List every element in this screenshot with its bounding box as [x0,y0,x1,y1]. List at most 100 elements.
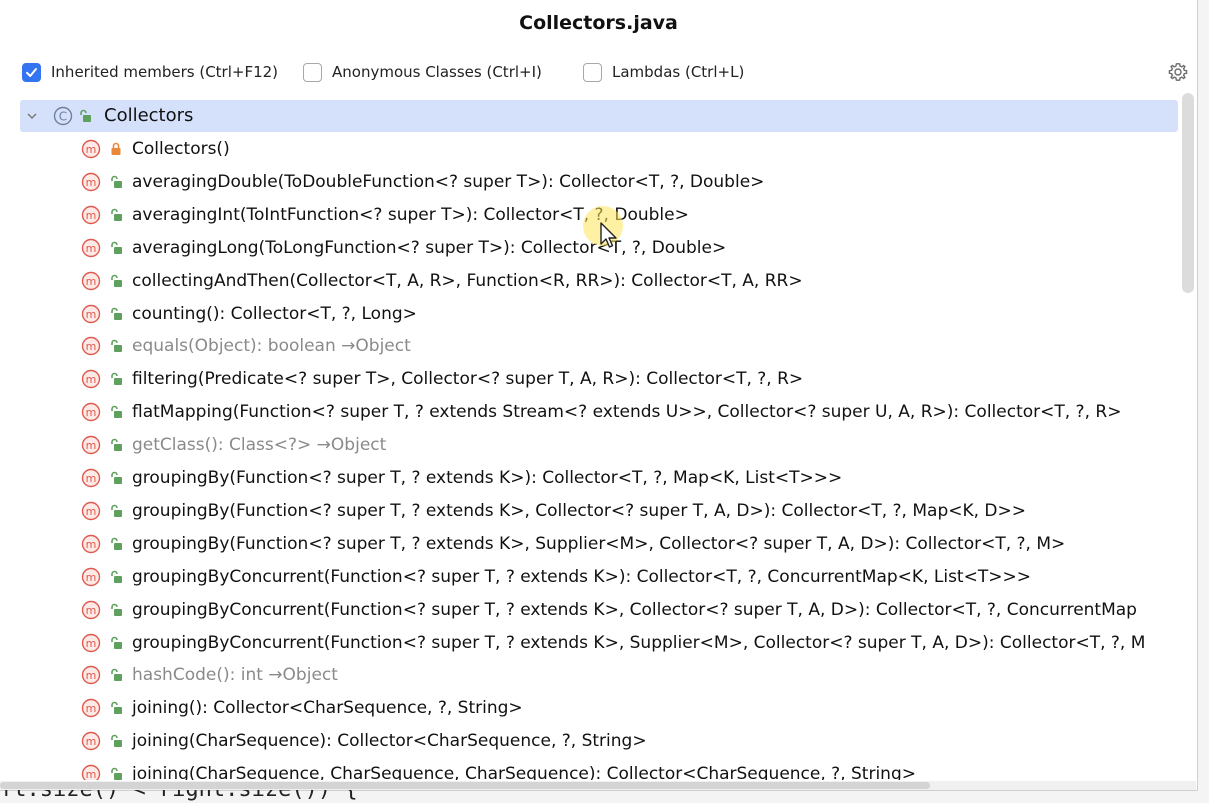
public-lock-icon [111,471,122,484]
tree-member-row[interactable]: m groupingBy(Function<? super T, ? extend… [20,528,1180,561]
member-signature: averagingDouble(ToDoubleFunction<? super… [132,171,765,192]
svg-text:m: m [86,768,97,780]
method-icon: m [81,238,101,257]
method-icon: m [81,370,101,389]
public-lock-icon [111,241,122,254]
member-signature: collectingAndThen(Collector<T, A, R>, Fu… [132,270,803,291]
method-icon: m [81,731,101,751]
lambdas-label: Lambdas (Ctrl+L) [612,63,745,81]
tree-member-row[interactable]: m equals(Object): boolean →Object [20,330,1180,363]
horizontal-scrollbar-thumb[interactable] [0,782,930,789]
tree-member-row[interactable]: m getClass(): Class<?> →Object [20,429,1180,462]
tree-member-row[interactable]: m groupingBy(Function<? super T, ? extend… [20,462,1180,495]
file-structure-popup: Collectors.java Inherited members (Ctrl+… [0,0,1198,791]
gear-icon[interactable] [1166,60,1190,84]
lambdas-option[interactable]: Lambdas (Ctrl+L) [583,60,744,84]
method-icon: m [81,699,101,718]
tree-root-label: Collectors [104,105,194,126]
member-signature: groupingBy(Function<? super T, ? extends… [132,533,1066,554]
anonymous-classes-label: Anonymous Classes (Ctrl+I) [332,63,542,81]
member-signature: Collectors() [132,139,230,159]
member-signature: getClass(): Class<?> →Object [132,435,387,456]
member-signature: filtering(Predicate<? super T>, Collecto… [132,369,804,390]
member-signature: counting(): Collector<T, ?, Long> [132,303,417,324]
svg-text:C: C [59,110,67,124]
member-signature: joining(CharSequence): Collector<CharSeq… [132,731,647,752]
public-lock-icon [111,702,122,715]
public-lock-icon [111,603,122,616]
tree-member-row[interactable]: m joining(CharSequence, CharSequence, Cha… [20,758,1180,780]
tree-member-row[interactable]: m filtering(Predicate<? super T>, Collect… [20,363,1180,396]
structure-tree[interactable]: C Collectors m Collectors() m averagingDoub… [20,100,1180,780]
method-icon: m [81,534,101,553]
public-lock-icon [111,175,122,188]
tree-member-row[interactable]: m Collectors() [20,133,1180,166]
public-lock-icon [111,669,122,682]
filter-options: Inherited members (Ctrl+F12) Anonymous C… [22,60,1197,84]
public-lock-icon [111,734,122,748]
anonymous-classes-checkbox[interactable] [303,62,322,82]
svg-text:m: m [86,373,97,386]
popup-title: Collectors.java [519,12,678,34]
public-lock-icon [111,438,122,452]
public-lock-icon [111,208,122,221]
public-lock-icon [111,636,122,649]
method-icon: m [81,402,101,422]
method-icon: m [81,666,101,685]
svg-text:m: m [86,340,97,353]
tree-member-row[interactable]: m groupingBy(Function<? super T, ? extend… [20,495,1180,528]
member-signature: equals(Object): boolean →Object [132,336,411,357]
svg-text:m: m [86,472,97,485]
svg-text:m: m [86,538,97,551]
member-signature: averagingLong(ToLongFunction<? super T>)… [132,237,727,258]
svg-text:m: m [86,143,97,156]
tree-member-row[interactable]: m joining(CharSequence): Collector<CharSe… [20,725,1180,758]
member-signature: flatMapping(Function<? super T, ? extend… [132,402,1122,423]
tree-member-row[interactable]: m hashCode(): int →Object [20,659,1180,692]
private-lock-icon [111,142,121,155]
inherited-members-option[interactable]: Inherited members (Ctrl+F12) [22,60,278,84]
public-lock-icon [111,767,122,780]
anonymous-classes-option[interactable]: Anonymous Classes (Ctrl+I) [303,60,542,84]
public-lock-icon [111,340,122,353]
tree-member-row[interactable]: m counting(): Collector<T, ?, Long> [20,298,1180,331]
vertical-scrollbar-thumb[interactable] [1182,93,1194,293]
member-signature: joining(CharSequence, CharSequence, Char… [132,764,916,780]
editor-code-line: ft.size() < right.size()) { [0,790,358,802]
public-lock-icon [111,570,122,583]
svg-text:m: m [86,702,97,715]
member-signature: groupingByConcurrent(Function<? super T,… [132,566,1031,587]
tree-member-row[interactable]: m groupingByConcurrent(Function<? super T… [20,627,1180,660]
svg-text:m: m [86,505,97,518]
member-signature: groupingBy(Function<? super T, ? extends… [132,468,843,488]
member-signature: joining(): Collector<CharSequence, ?, St… [132,698,523,719]
lambdas-checkbox[interactable] [583,62,602,82]
svg-text:m: m [86,637,97,650]
svg-text:m: m [86,242,97,255]
method-icon: m [81,468,101,488]
method-icon: m [81,304,101,323]
tree-member-row[interactable]: m groupingByConcurrent(Function<? super T… [20,594,1180,627]
method-icon: m [81,172,101,192]
method-icon: m [81,764,101,780]
public-lock-icon [111,537,122,550]
chevron-down-icon[interactable] [25,109,39,123]
svg-text:m: m [86,735,97,748]
method-icon: m [81,435,101,455]
tree-member-row[interactable]: m flatMapping(Function<? super T, ? exten… [20,396,1180,429]
method-icon: m [81,600,101,619]
method-icon: m [81,501,101,521]
tree-member-row[interactable]: m averagingDouble(ToDoubleFunction<? supe… [20,166,1180,199]
svg-text:m: m [86,669,97,682]
editor-code-peek: ft.size() < right.size()) { [0,790,358,803]
svg-text:m: m [86,439,97,452]
tree-member-row[interactable]: m groupingByConcurrent(Function<? super T… [20,561,1180,594]
tree-member-row[interactable]: m joining(): Collector<CharSequence, ?, S… [20,692,1180,725]
inherited-members-checkbox[interactable] [22,62,41,82]
public-lock-icon [111,504,122,517]
tree-member-row[interactable]: m collectingAndThen(Collector<T, A, R>, F… [20,265,1180,298]
public-lock-icon [111,405,122,419]
tree-root-collectors[interactable]: C Collectors [20,100,1178,132]
member-signature: hashCode(): int →Object [132,665,338,686]
svg-text:m: m [86,209,97,222]
